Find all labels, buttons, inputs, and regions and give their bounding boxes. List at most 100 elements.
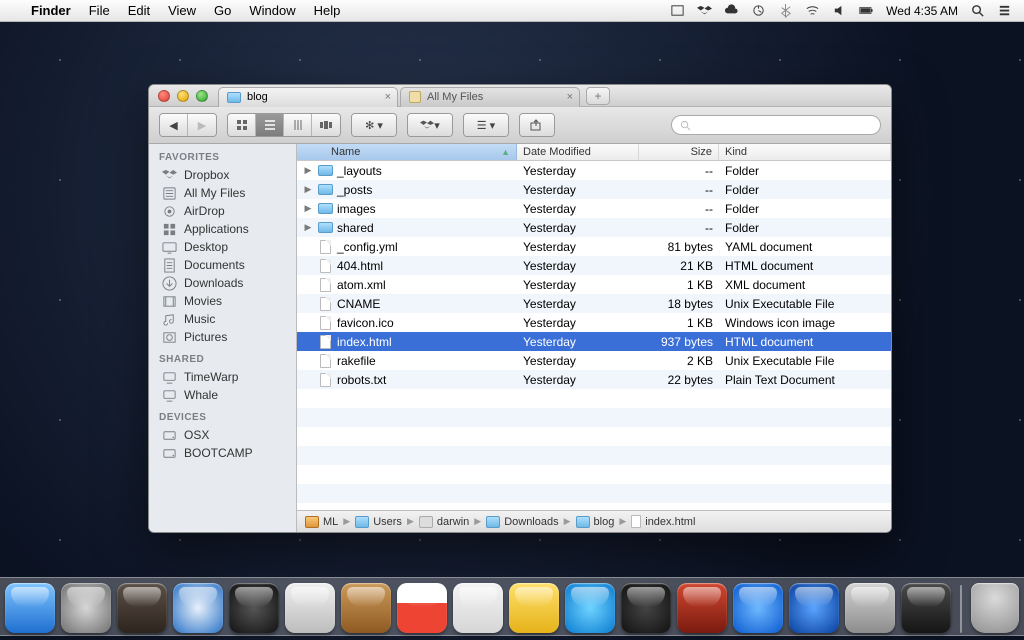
file-name: atom.xml (337, 278, 386, 292)
disclosure-icon[interactable]: ▶ (303, 165, 313, 176)
file-row[interactable]: favicon.icoYesterday1 KBWindows icon ima… (297, 313, 891, 332)
wifi-icon[interactable] (805, 3, 820, 18)
dock-app-mission[interactable] (117, 583, 167, 633)
sidebar-item-desktop[interactable]: Desktop (149, 238, 296, 256)
file-row[interactable]: robots.txtYesterday22 bytesPlain Text Do… (297, 370, 891, 389)
dock-app-launchpad[interactable] (61, 583, 111, 633)
sidebar-item-airdrop[interactable]: AirDrop (149, 202, 296, 220)
icon-view-button[interactable] (228, 114, 256, 136)
minimize-button[interactable] (177, 90, 189, 102)
file-row[interactable]: ▶_layoutsYesterday--Folder (297, 161, 891, 180)
tab-all-my-files[interactable]: All My Files × (400, 87, 580, 107)
file-row[interactable]: ▶sharedYesterday--Folder (297, 218, 891, 237)
notification-center-icon[interactable] (997, 3, 1012, 18)
file-row[interactable]: _config.ymlYesterday81 bytesYAML documen… (297, 237, 891, 256)
file-row[interactable]: atom.xmlYesterday1 KBXML document (297, 275, 891, 294)
sidebar-item-pictures[interactable]: Pictures (149, 328, 296, 346)
sidebar-item-osx[interactable]: OSX (149, 426, 296, 444)
file-row[interactable]: ▶imagesYesterday--Folder (297, 199, 891, 218)
column-view-button[interactable] (284, 114, 312, 136)
arrange-button[interactable]: ☰ ▾ (464, 114, 508, 136)
dock-app-photobooth[interactable] (677, 583, 727, 633)
list-view-button[interactable] (256, 114, 284, 136)
column-size[interactable]: Size (639, 144, 719, 160)
back-button[interactable]: ◀ (160, 114, 188, 136)
new-tab-button[interactable]: + (586, 87, 610, 105)
battery-icon[interactable] (859, 3, 874, 18)
dock-app-safari[interactable] (173, 583, 223, 633)
sidebar-item-whale[interactable]: Whale (149, 386, 296, 404)
close-button[interactable] (158, 90, 170, 102)
disclosure-icon[interactable]: ▶ (303, 203, 313, 214)
sidebar-item-movies[interactable]: Movies (149, 292, 296, 310)
dock-app-itunes[interactable] (733, 583, 783, 633)
sidebar-item-all-my-files[interactable]: All My Files (149, 184, 296, 202)
file-row[interactable]: index.htmlYesterday937 bytesHTML documen… (297, 332, 891, 351)
dock-app-reminders[interactable] (453, 583, 503, 633)
file-row[interactable]: 404.htmlYesterday21 KBHTML document (297, 256, 891, 275)
menu-window[interactable]: Window (240, 3, 304, 18)
dock-app-notes[interactable] (509, 583, 559, 633)
disclosure-icon[interactable]: ▶ (303, 222, 313, 233)
column-name[interactable]: Name▲ (297, 144, 517, 160)
dock-app-settings[interactable] (845, 583, 895, 633)
column-date[interactable]: Date Modified (517, 144, 639, 160)
path-crumb[interactable]: ML (305, 516, 338, 528)
file-row[interactable]: CNAMEYesterday18 bytesUnix Executable Fi… (297, 294, 891, 313)
sync-status-icon[interactable] (751, 3, 766, 18)
dock-trash[interactable] (971, 583, 1019, 633)
column-kind[interactable]: Kind (719, 144, 891, 160)
tab-close-icon[interactable]: × (567, 91, 573, 103)
dock-app-messages[interactable] (565, 583, 615, 633)
dock-app-calendar[interactable] (397, 583, 447, 633)
file-row[interactable]: rakefileYesterday2 KBUnix Executable Fil… (297, 351, 891, 370)
share-button[interactable] (520, 114, 554, 136)
dock-app-terminal[interactable] (901, 583, 951, 633)
sidebar-item-timewarp[interactable]: TimeWarp (149, 368, 296, 386)
zoom-button[interactable] (196, 90, 208, 102)
file-row[interactable]: ▶_postsYesterday--Folder (297, 180, 891, 199)
menu-edit[interactable]: Edit (119, 3, 159, 18)
path-label: Users (373, 516, 402, 528)
menu-help[interactable]: Help (305, 3, 350, 18)
bluetooth-icon[interactable] (778, 3, 793, 18)
dock-app-contacts[interactable] (341, 583, 391, 633)
path-icon (486, 516, 500, 528)
action-button[interactable]: ✻ ▾ (352, 114, 396, 136)
coverflow-view-button[interactable] (312, 114, 340, 136)
app-name[interactable]: Finder (22, 3, 80, 18)
path-crumb[interactable]: blog (576, 516, 615, 528)
tab-blog[interactable]: blog × (218, 87, 398, 107)
tab-close-icon[interactable]: × (385, 91, 391, 103)
sidebar-item-dropbox[interactable]: Dropbox (149, 166, 296, 184)
dropbox-button[interactable]: ▾ (408, 114, 452, 136)
menu-go[interactable]: Go (205, 3, 240, 18)
sidebar-item-documents[interactable]: Documents (149, 256, 296, 274)
dock-app-appstore[interactable] (789, 583, 839, 633)
volume-icon[interactable] (832, 3, 847, 18)
path-crumb[interactable]: Downloads (486, 516, 558, 528)
search-input[interactable] (696, 119, 872, 131)
menu-file[interactable]: File (80, 3, 119, 18)
path-crumb[interactable]: Users (355, 516, 402, 528)
dock-app-finder[interactable] (5, 583, 55, 633)
search-field[interactable] (671, 115, 881, 135)
cloud-status-icon[interactable] (724, 3, 739, 18)
clock[interactable]: Wed 4:35 AM (886, 4, 958, 18)
dock-app-facetime[interactable] (621, 583, 671, 633)
spotlight-icon[interactable] (970, 3, 985, 18)
disclosure-icon[interactable]: ▶ (303, 184, 313, 195)
dock-app-mail[interactable] (285, 583, 335, 633)
sidebar-item-downloads[interactable]: Downloads (149, 274, 296, 292)
sidebar-item-music[interactable]: Music (149, 310, 296, 328)
menu-extra-icon[interactable] (670, 3, 685, 18)
sidebar-item-applications[interactable]: Applications (149, 220, 296, 238)
forward-button[interactable]: ▶ (188, 114, 216, 136)
dropbox-status-icon[interactable] (697, 3, 712, 18)
path-crumb[interactable]: darwin (419, 516, 469, 528)
titlebar[interactable]: blog × All My Files × + (149, 85, 891, 107)
path-crumb[interactable]: index.html (631, 515, 695, 528)
menu-view[interactable]: View (159, 3, 205, 18)
dock-app-dashboard[interactable] (229, 583, 279, 633)
sidebar-item-bootcamp[interactable]: BOOTCAMP (149, 444, 296, 462)
